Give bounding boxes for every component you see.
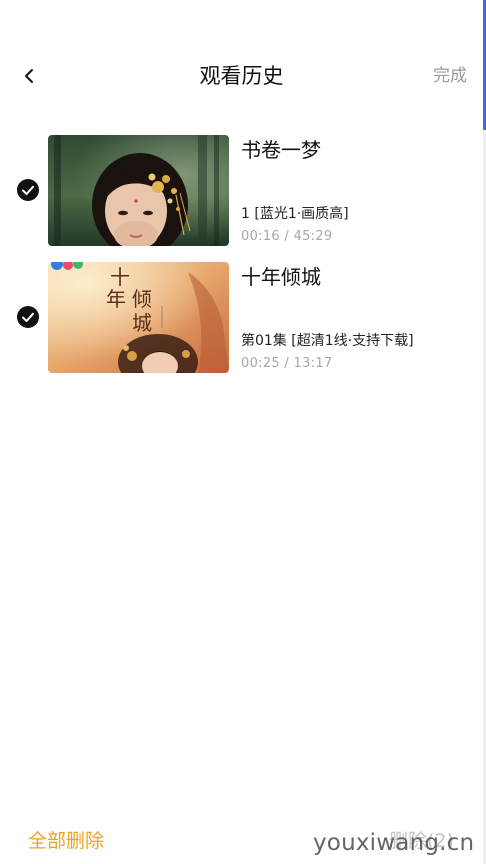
checkmark-icon bbox=[22, 312, 34, 322]
done-button[interactable]: 完成 bbox=[433, 64, 467, 88]
watch-progress: 00:25 / 13:17 bbox=[241, 356, 333, 371]
header-bar: 观看历史 完成 bbox=[0, 56, 483, 96]
watch-progress: 00:16 / 45:29 bbox=[241, 229, 333, 244]
poster-title-char: 倾 bbox=[132, 287, 152, 311]
poster-title-char: 十 bbox=[110, 265, 130, 289]
video-thumbnail[interactable]: 十 年 倾 城 bbox=[48, 262, 229, 373]
video-title: 十年倾城 bbox=[241, 265, 321, 289]
history-item[interactable]: 书卷一梦 1 [蓝光1·画质高] 00:16 / 45:29 bbox=[0, 135, 483, 247]
episode-label: 第01集 [超清1线·支持下载] bbox=[241, 333, 414, 349]
delete-all-button[interactable]: 全部删除 bbox=[28, 828, 104, 854]
episode-label: 1 [蓝光1·画质高] bbox=[241, 206, 349, 222]
selection-checkbox[interactable] bbox=[17, 179, 39, 201]
history-item[interactable]: 十 年 倾 城 十年倾城 第01集 [超清1线·支持下载] 00:25 / 13… bbox=[0, 262, 483, 374]
page-title: 观看历史 bbox=[199, 64, 284, 88]
video-title: 书卷一梦 bbox=[241, 138, 321, 162]
site-watermark: youxiwang.cn bbox=[313, 830, 475, 856]
checkmark-icon bbox=[22, 185, 34, 195]
selection-checkbox[interactable] bbox=[17, 306, 39, 328]
video-thumbnail[interactable] bbox=[48, 135, 229, 246]
poster-title-char: 年 bbox=[106, 287, 126, 311]
thumbnail-image bbox=[48, 135, 229, 246]
poster-title-char: 城 bbox=[132, 311, 152, 335]
thumbnail-image: 十 年 倾 城 bbox=[48, 262, 229, 373]
